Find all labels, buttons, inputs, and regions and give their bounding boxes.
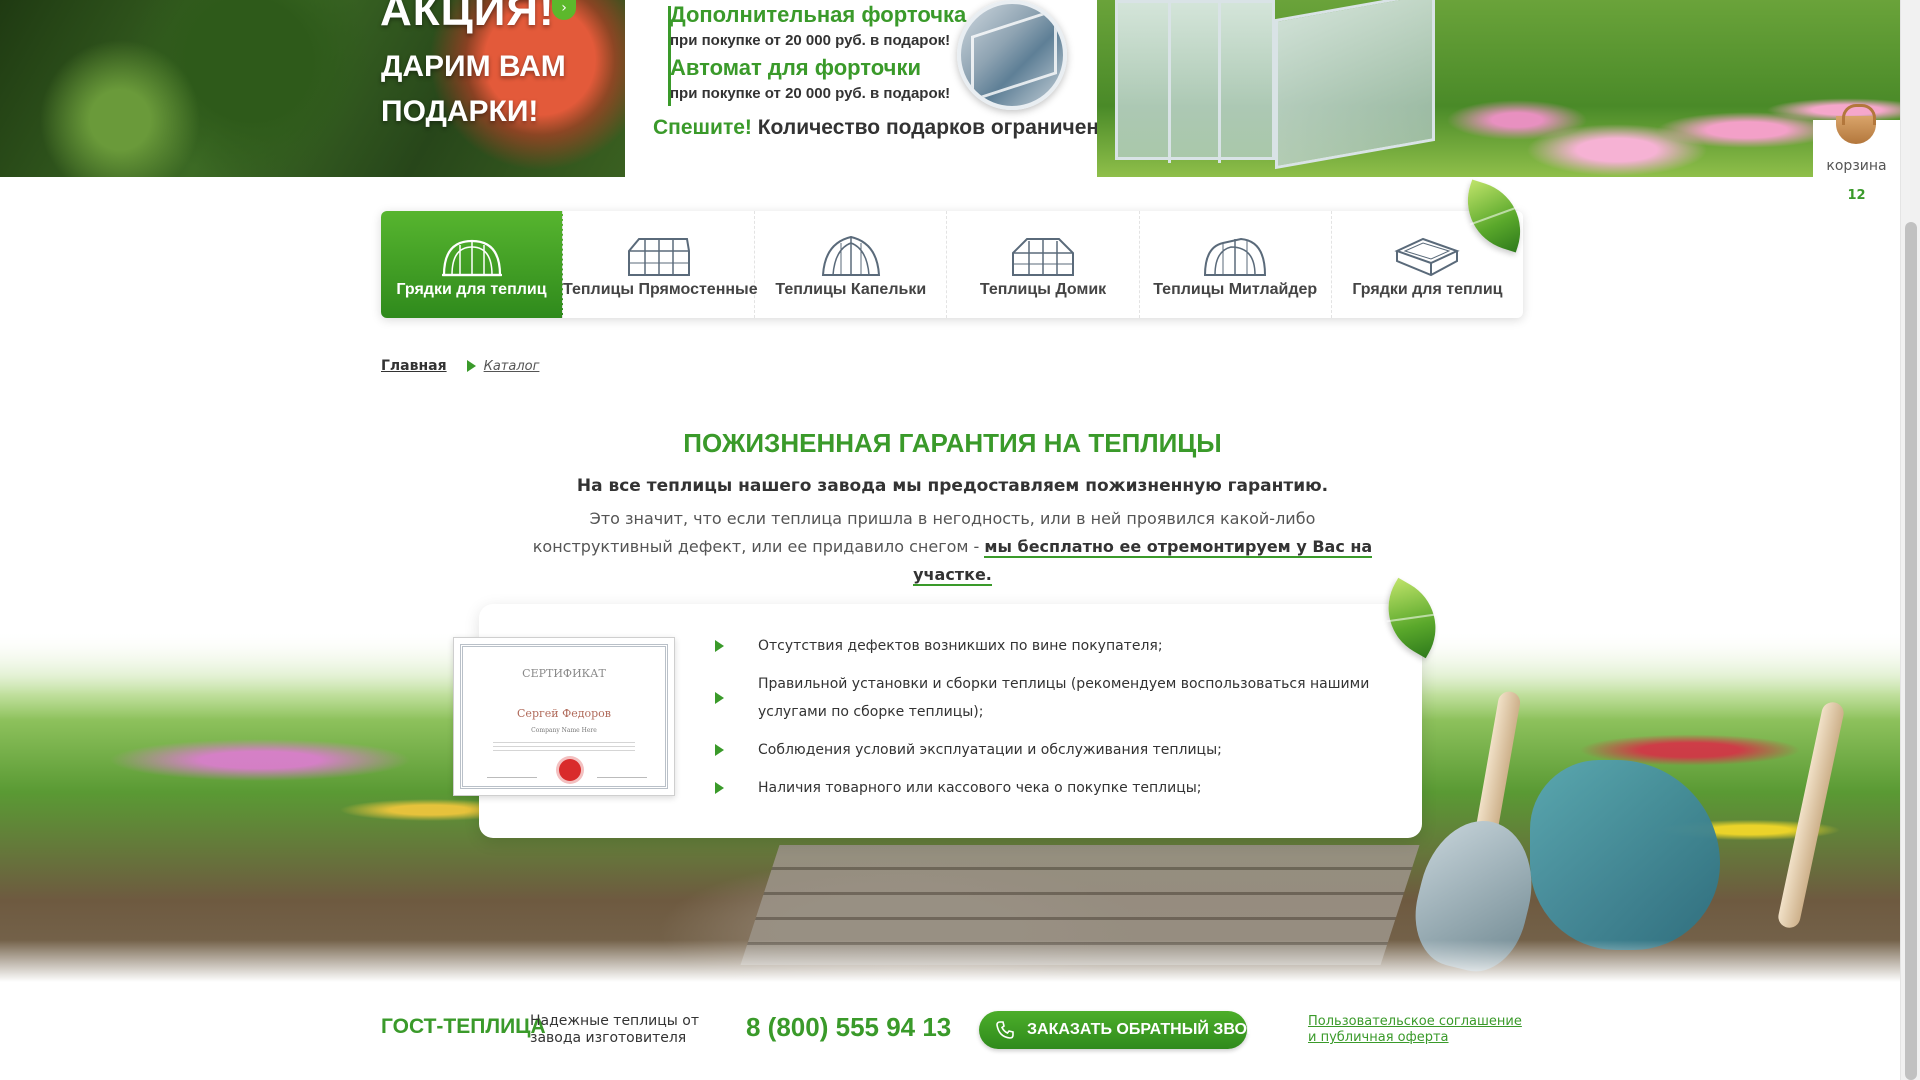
basket-icon: [1836, 104, 1876, 144]
footer-legal-links: Пользовательское соглашение и публичная …: [1308, 1014, 1522, 1046]
category-label: Грядки для теплиц: [396, 281, 547, 298]
certificate-image[interactable]: СЕРТИФИКАТ Сергей Федоров Company Name H…: [453, 637, 675, 796]
category-label: Грядки для теплиц: [1352, 281, 1503, 298]
condition-text: Наличия товарного или кассового чека о п…: [758, 780, 1202, 796]
guarantee-title: ПОЖИЗНЕННАЯ ГАРАНТИЯ НА ТЕПЛИЦЫ: [683, 428, 1222, 458]
gift-note-2: при покупке от 20 000 руб. в подарок!: [670, 85, 951, 102]
greenhouse-house-icon: [1012, 238, 1074, 276]
phone-icon: [996, 1021, 1014, 1039]
gift-hurry: Спешите! Количество подарков ограничено!: [653, 116, 1119, 140]
gift-title-2: Автомат для форточки: [670, 55, 921, 80]
certificate-company: Company Name Here: [531, 727, 597, 734]
bullet-arrow-icon: [715, 692, 724, 704]
seal-icon: [559, 759, 581, 781]
promo-banner: АКЦИЯ! › ДАРИМ ВАМ ПОДАРКИ! Дополнительн…: [0, 0, 1900, 177]
footer-brand-logo[interactable]: ГОСТ-ТЕПЛИЦА: [381, 1015, 546, 1039]
grass-edge: [0, 940, 1900, 1000]
window-vent-image: [957, 0, 1067, 110]
certificate-signature-line: [487, 777, 537, 778]
bullet-arrow-icon: [715, 744, 724, 756]
gift-box: Дополнительная форточка при покупке от 2…: [625, 0, 1119, 177]
gift-title-1: Дополнительная форточка: [670, 2, 967, 27]
category-label: Теплицы Домик: [979, 281, 1107, 298]
guarantee-lead: На все теплицы нашего завода мы предоста…: [576, 476, 1329, 496]
breadcrumb: Главная Каталог: [381, 358, 539, 374]
certificate-frame: СЕРТИФИКАТ Сергей Федоров Company Name H…: [460, 644, 668, 789]
condition-text: Соблюдения условий эксплуатации и обслуж…: [758, 742, 1222, 758]
bullet-arrow-icon: [715, 640, 724, 652]
condition-text: Отсутствия дефектов возникших по вине по…: [758, 638, 1163, 654]
list-item: Наличия товарного или кассового чека о п…: [715, 774, 1415, 802]
public-offer-link[interactable]: и публичная оферта: [1308, 1030, 1522, 1046]
greenhouse-arch-icon: [441, 239, 502, 277]
bullet-arrow-icon: [715, 782, 724, 794]
list-item: Соблюдения условий эксплуатации и обслуж…: [715, 736, 1415, 764]
certificate-signature-line: [597, 777, 647, 778]
footer-tagline: Надежные теплицы от завода изготовителя: [530, 1013, 700, 1046]
gift-note-1: при покупке от 20 000 руб. в подарок!: [670, 32, 951, 49]
breadcrumb-arrow-icon: [466, 360, 476, 372]
greenhouse-image: [1115, 0, 1275, 163]
category-item-mitlider[interactable]: Теплицы Митлайдер: [1140, 211, 1332, 318]
certificate-name: Сергей Федоров: [517, 707, 611, 720]
breadcrumb-catalog-link[interactable]: Каталог: [484, 359, 540, 374]
footer: ГОСТ-ТЕПЛИЦА Надежные теплицы от завода …: [0, 995, 1900, 1080]
category-label: Теплицы Капельки: [775, 281, 927, 298]
callback-button-label: ЗАКАЗАТЬ ОБРАТНЫЙ ЗВОНОК: [1027, 1021, 1281, 1038]
conditions-list: Отсутствия дефектов возникших по вине по…: [715, 632, 1415, 802]
category-label: Теплицы Митлайдер: [1153, 281, 1318, 298]
footer-phone[interactable]: 8 (800) 555 94 13: [746, 1012, 951, 1043]
cart-label: корзина: [1826, 158, 1887, 174]
category-label: Теплицы Прямостенные: [563, 281, 758, 298]
promo-title: АКЦИЯ!: [380, 0, 555, 35]
list-item: Правильной установки и сборки теплицы (р…: [715, 670, 1415, 726]
greenhouse-drop-icon: [821, 235, 880, 276]
category-item-straight[interactable]: Теплицы Прямостенные: [563, 211, 758, 318]
guarantee-text: Это значит, что если теплица пришла в не…: [530, 505, 1375, 589]
cart-widget[interactable]: корзина 12: [1813, 104, 1900, 207]
category-item-drop[interactable]: Теплицы Капельки: [755, 211, 948, 318]
greenhouse-straight-icon: [627, 238, 690, 276]
certificate-title: СЕРТИФИКАТ: [522, 667, 606, 680]
user-agreement-link[interactable]: Пользовательское соглашение: [1308, 1014, 1522, 1030]
list-item: Отсутствия дефектов возникших по вине по…: [715, 632, 1415, 660]
promo-subtitle-line1: ДАРИМ ВАМ: [381, 50, 566, 83]
breadcrumb-home-link[interactable]: Главная: [381, 358, 447, 374]
gift-hurry-text: Количество подарков ограничено!: [751, 116, 1119, 139]
promo-subtitle: ДАРИМ ВАМ ПОДАРКИ!: [381, 44, 566, 134]
page-scrollbar[interactable]: [1900, 0, 1920, 1080]
callback-button[interactable]: ЗАКАЗАТЬ ОБРАТНЫЙ ЗВОНОК: [979, 1011, 1281, 1049]
scrollbar-thumb[interactable]: [1905, 222, 1917, 1080]
greenhouse-roof-image: [1275, 0, 1435, 170]
category-item-garden-beds-active[interactable]: Грядки для теплиц: [381, 211, 563, 318]
gift-hurry-label: Спешите!: [653, 116, 752, 139]
promo-subtitle-line2: ПОДАРКИ!: [381, 95, 539, 128]
category-nav: Грядки для теплиц Теплицы Прямостенные Т…: [381, 211, 1523, 318]
garden-bed-icon: [1394, 237, 1461, 277]
greenhouse-mitlider-icon: [1204, 237, 1267, 276]
certificate-text-lines: [493, 742, 635, 754]
category-item-house[interactable]: Теплицы Домик: [947, 211, 1140, 318]
condition-text: Правильной установки и сборки теплицы (р…: [758, 676, 1370, 720]
cart-count: 12: [1847, 188, 1866, 203]
